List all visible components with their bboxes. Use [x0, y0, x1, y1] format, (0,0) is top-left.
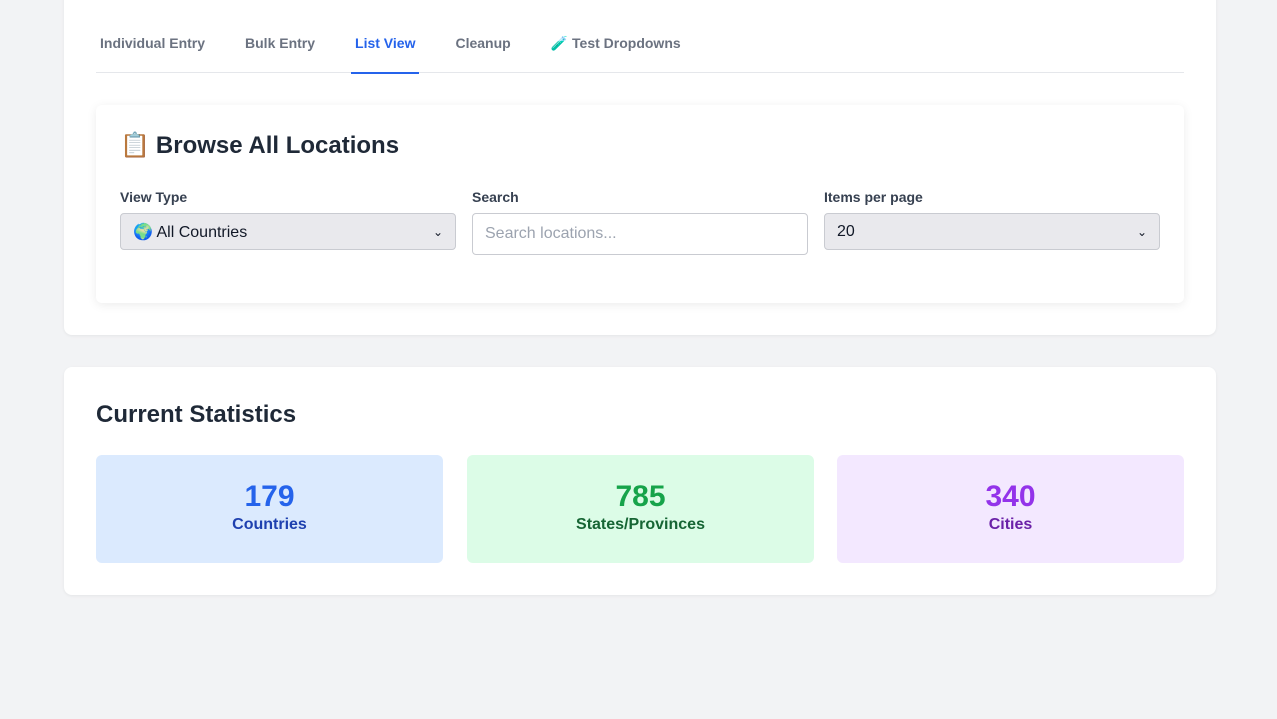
stat-value: 179: [244, 480, 295, 513]
view-type-field: View Type 🌍 All Countries ⌄: [120, 189, 456, 250]
location-manager-card: Individual Entry Bulk Entry List View Cl…: [64, 0, 1216, 335]
items-per-page-select[interactable]: 20 ⌄: [824, 213, 1160, 250]
items-per-page-field: Items per page 20 ⌄: [824, 189, 1160, 250]
stat-label: States/Provinces: [576, 516, 705, 533]
stat-value: 340: [985, 480, 1036, 513]
items-per-page-value: 20: [837, 222, 855, 240]
stat-countries: 179 Countries: [96, 455, 443, 563]
view-type-value: 🌍 All Countries: [133, 223, 248, 241]
tab-individual-entry[interactable]: Individual Entry: [96, 32, 209, 73]
search-placeholder: Search locations...: [485, 225, 617, 242]
tab-test-dropdowns[interactable]: 🧪 Test Dropdowns: [547, 32, 685, 73]
view-type-label: View Type: [120, 189, 188, 205]
tab-cleanup[interactable]: Cleanup: [451, 32, 514, 73]
items-per-page-label: Items per page: [824, 189, 923, 205]
stat-value: 785: [615, 480, 666, 513]
search-input[interactable]: Search locations...: [472, 213, 808, 255]
search-label: Search: [472, 189, 519, 205]
chevron-down-icon: ⌄: [1136, 224, 1147, 239]
view-type-select[interactable]: 🌍 All Countries ⌄: [120, 213, 456, 250]
chevron-down-icon: ⌄: [432, 224, 443, 239]
statistics-card: Current Statistics 179 Countries 785 Sta…: [64, 367, 1216, 595]
stat-cities: 340 Cities: [837, 455, 1184, 563]
browse-panel: 📋 Browse All Locations View Type 🌍 All Co…: [96, 105, 1184, 303]
tab-bulk-entry[interactable]: Bulk Entry: [241, 32, 319, 73]
stat-states: 785 States/Provinces: [467, 455, 814, 563]
tab-list-view[interactable]: List View: [351, 32, 420, 74]
stat-label: Countries: [232, 516, 307, 533]
browse-title-text: Browse All Locations: [155, 132, 400, 159]
search-field: Search Search locations...: [472, 189, 808, 255]
tab-bar: Individual Entry Bulk Entry List View Cl…: [96, 32, 1184, 74]
stat-label: Cities: [988, 516, 1033, 533]
statistics-title: Current Statistics: [96, 401, 297, 428]
browse-title: 📋 Browse All Locations: [120, 131, 399, 160]
clipboard-icon: 📋: [120, 132, 150, 159]
